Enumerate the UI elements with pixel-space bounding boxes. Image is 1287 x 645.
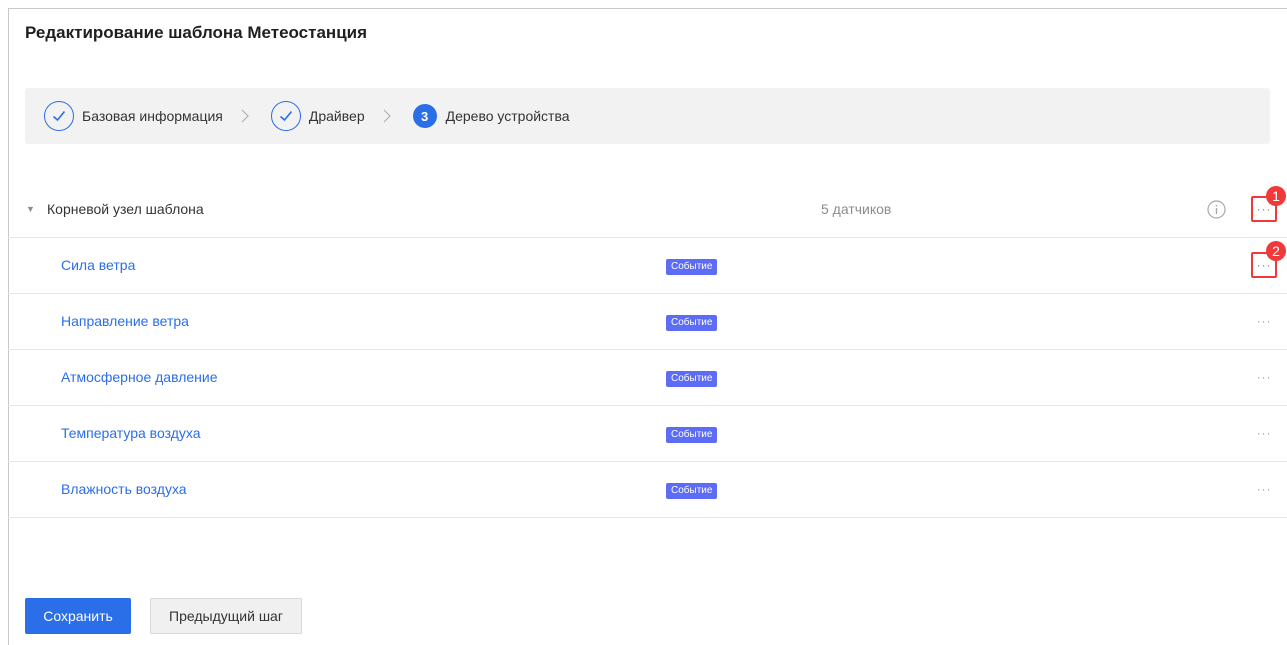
more-icon[interactable]: ···: [1251, 420, 1277, 446]
chevron-right-icon: [383, 109, 391, 123]
step-label: Дерево устройства: [445, 108, 570, 124]
event-badge: Событие: [666, 315, 718, 331]
table-row[interactable]: Атмосферное давление Событие ···: [8, 350, 1287, 406]
event-badge: Событие: [666, 371, 718, 387]
sensor-count: 5 датчиков: [821, 201, 892, 217]
steps-bar: Базовая информация Драйвер 3 Дерево устр…: [25, 88, 1270, 144]
annotation-marker-2: 2: [1266, 241, 1286, 261]
step-driver[interactable]: Драйвер: [270, 101, 365, 131]
table-row[interactable]: Влажность воздуха Событие ···: [8, 462, 1287, 518]
previous-step-button[interactable]: Предыдущий шаг: [150, 598, 302, 634]
step-number: 3: [412, 104, 437, 128]
page-title: Редактирование шаблона Метеостанция: [25, 23, 368, 42]
event-badge: Событие: [666, 259, 718, 275]
sensor-link[interactable]: Температура воздуха: [61, 425, 201, 441]
chevron-right-icon: [241, 109, 249, 123]
save-button[interactable]: Сохранить: [25, 598, 131, 634]
sensor-link[interactable]: Атмосферное давление: [61, 369, 218, 385]
step-label: Драйвер: [308, 108, 365, 124]
table-row[interactable]: Сила ветра Событие ··· 2: [8, 238, 1287, 294]
check-icon: [44, 101, 74, 131]
more-icon[interactable]: ···: [1251, 364, 1277, 390]
more-icon[interactable]: ···: [1251, 476, 1277, 502]
event-badge: Событие: [666, 483, 718, 499]
root-node-label: Корневой узел шаблона: [47, 201, 204, 217]
sensor-link[interactable]: Влажность воздуха: [61, 481, 187, 497]
tree-root-row[interactable]: ▼ Корневой узел шаблона 5 датчиков ··· 1: [8, 182, 1287, 238]
table-row[interactable]: Температура воздуха Событие ···: [8, 406, 1287, 462]
annotation-marker-1: 1: [1266, 186, 1286, 206]
caret-down-icon[interactable]: ▼: [26, 204, 35, 214]
sensor-link[interactable]: Направление ветра: [61, 313, 189, 329]
table-row[interactable]: Направление ветра Событие ···: [8, 294, 1287, 350]
sensor-link[interactable]: Сила ветра: [61, 257, 135, 273]
more-icon[interactable]: ···: [1251, 308, 1277, 334]
info-icon[interactable]: [1207, 200, 1226, 222]
check-icon: [270, 101, 301, 131]
step-device-tree[interactable]: 3 Дерево устройства: [412, 104, 570, 128]
device-tree: ▼ Корневой узел шаблона 5 датчиков ··· 1…: [8, 182, 1287, 518]
event-badge: Событие: [666, 427, 718, 443]
step-basic-info[interactable]: Базовая информация: [44, 101, 223, 131]
step-label: Базовая информация: [82, 108, 223, 124]
